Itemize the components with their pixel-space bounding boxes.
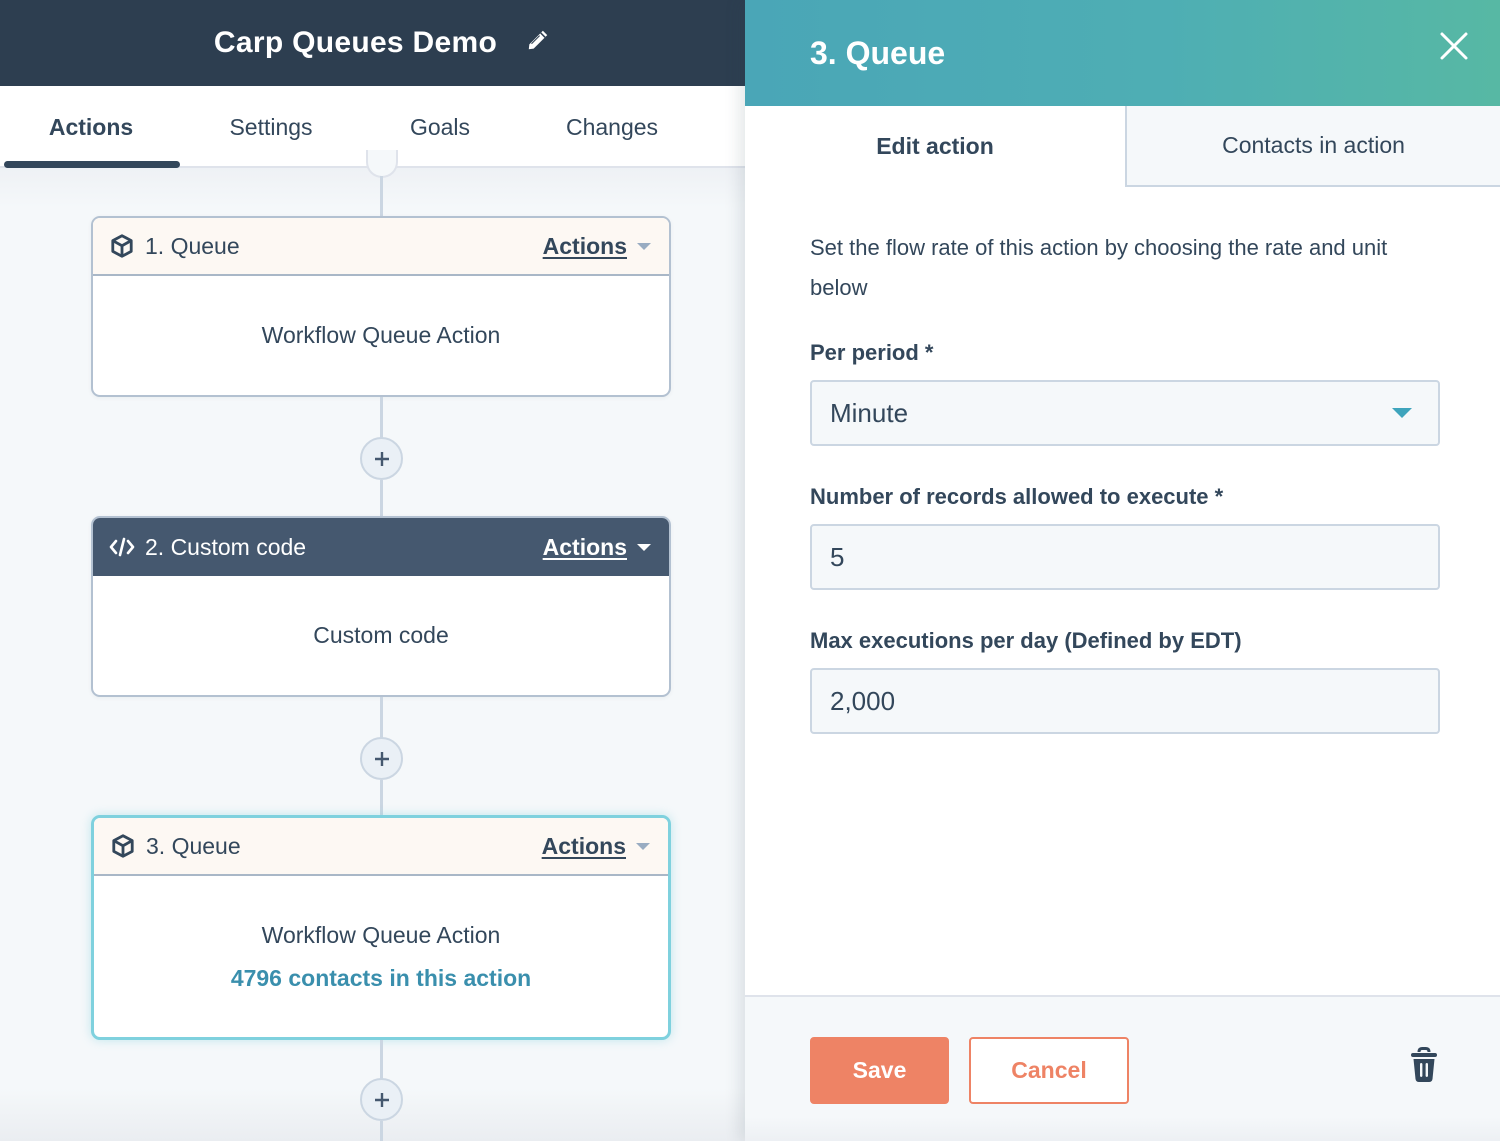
plus-icon xyxy=(374,1092,389,1107)
caret-down-icon[interactable] xyxy=(636,842,650,850)
card-header: 1. Queue Actions xyxy=(93,218,669,276)
per-period-select[interactable]: Minute xyxy=(810,380,1440,446)
panel-title: 3. Queue xyxy=(810,34,946,71)
max-executions-group: Max executions per day (Defined by EDT) xyxy=(810,628,1440,734)
records-group: Number of records allowed to execute * xyxy=(810,484,1440,590)
workflow-editor: Carp Queues Demo Actions Settings Goals … xyxy=(0,0,745,1141)
actions-label[interactable]: Actions xyxy=(543,534,627,561)
trash-icon[interactable] xyxy=(1410,1047,1438,1083)
records-label: Number of records allowed to execute * xyxy=(810,484,1224,509)
save-button[interactable]: Save xyxy=(810,1037,949,1104)
actions-label[interactable]: Actions xyxy=(543,233,627,260)
caret-down-icon[interactable] xyxy=(637,543,651,551)
cancel-button[interactable]: Cancel xyxy=(969,1037,1129,1104)
per-period-group: Per period * Minute xyxy=(810,340,1440,446)
contacts-in-action-link[interactable]: 4796 contacts in this action xyxy=(231,965,531,992)
add-action-button[interactable] xyxy=(360,1078,403,1121)
max-executions-field-wrapper xyxy=(810,668,1440,734)
card-description: Custom code xyxy=(313,622,449,648)
tab-contacts-in-action[interactable]: Contacts in action xyxy=(1125,106,1500,187)
card-actions-dropdown[interactable]: Actions xyxy=(543,233,651,260)
plus-icon xyxy=(374,451,389,466)
panel-tabs: Edit action Contacts in action xyxy=(745,106,1500,187)
card-header: 2. Custom code Actions xyxy=(93,518,669,576)
card-title: 3. Queue xyxy=(146,832,241,859)
card-body: Workflow Queue Action 4796 contacts in t… xyxy=(94,876,668,1037)
dropdown-caret-icon[interactable] xyxy=(1392,408,1412,418)
active-tab-indicator xyxy=(4,161,180,168)
flow-rate-form: Set the flow rate of this action by choo… xyxy=(810,228,1440,734)
connector-line xyxy=(380,480,383,518)
card-body: Workflow Queue Action xyxy=(93,276,669,395)
edit-action-panel: 3. Queue Edit action Contacts in action … xyxy=(745,0,1500,1141)
plus-icon xyxy=(374,751,389,766)
action-card-1[interactable]: 1. Queue Actions Workflow Queue Action xyxy=(91,216,671,397)
code-icon xyxy=(109,537,135,557)
cube-icon xyxy=(112,834,134,858)
panel-header: 3. Queue xyxy=(745,0,1500,106)
cube-icon xyxy=(111,234,133,258)
records-input[interactable] xyxy=(830,541,1420,573)
card-header: 3. Queue Actions xyxy=(94,818,668,876)
card-actions-dropdown[interactable]: Actions xyxy=(543,534,651,561)
tab-actions[interactable]: Actions xyxy=(0,86,182,168)
per-period-value[interactable]: Minute xyxy=(830,398,908,429)
actions-label[interactable]: Actions xyxy=(542,833,626,860)
card-body: Custom code xyxy=(93,576,669,695)
per-period-label: Per period * xyxy=(810,340,934,365)
action-card-3[interactable]: 3. Queue Actions Workflow Queue Action 4… xyxy=(91,815,671,1040)
workflow-header: Carp Queues Demo xyxy=(0,0,745,86)
pencil-icon[interactable] xyxy=(525,27,551,53)
panel-footer: Save Cancel xyxy=(745,995,1500,1141)
card-description: Workflow Queue Action xyxy=(261,322,501,348)
card-title: 2. Custom code xyxy=(145,533,307,560)
caret-down-icon[interactable] xyxy=(637,242,651,250)
max-executions-input[interactable] xyxy=(830,685,1420,717)
connector-line xyxy=(380,1121,383,1141)
workflow-title: Carp Queues Demo xyxy=(213,26,498,59)
action-card-2[interactable]: 2. Custom code Actions Custom code xyxy=(91,516,671,697)
workflow-canvas: 1. Queue Actions Workflow Queue Action 2… xyxy=(0,150,745,1141)
connector-nub xyxy=(366,150,398,178)
card-actions-dropdown[interactable]: Actions xyxy=(542,833,650,860)
records-field-wrapper xyxy=(810,524,1440,590)
card-title: 1. Queue xyxy=(145,232,240,259)
max-executions-label: Max executions per day (Defined by EDT) xyxy=(810,628,1242,653)
close-icon[interactable] xyxy=(1438,30,1470,62)
add-action-button[interactable] xyxy=(360,737,403,780)
card-description: Workflow Queue Action xyxy=(261,921,501,948)
tab-settings[interactable]: Settings xyxy=(182,86,360,168)
tab-edit-action[interactable]: Edit action xyxy=(745,106,1125,187)
tab-changes[interactable]: Changes xyxy=(520,86,704,168)
add-action-button[interactable] xyxy=(360,437,403,480)
form-description: Set the flow rate of this action by choo… xyxy=(810,235,1388,300)
connector-line xyxy=(380,780,383,818)
connector-line xyxy=(380,176,383,218)
